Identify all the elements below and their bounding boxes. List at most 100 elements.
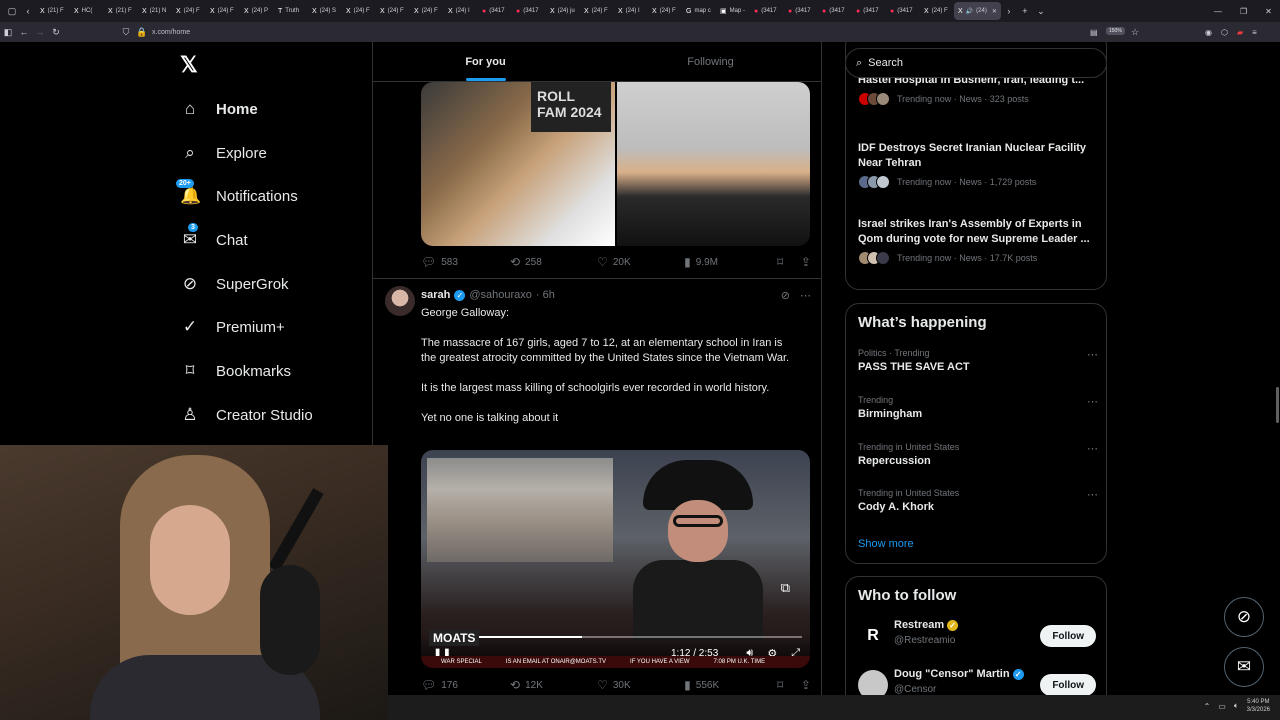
reader-icon[interactable]: ▤ [1090, 22, 1098, 42]
more-icon[interactable]: ⋯ [1087, 395, 1098, 408]
avatar[interactable] [385, 286, 415, 316]
bookmark-button[interactable]: ⌑ [777, 255, 801, 269]
browser-tab[interactable]: X (24) F [376, 2, 410, 20]
trend-item[interactable]: Politics · Trending PASS THE SAVE ACT ⋯ [858, 348, 1098, 373]
browser-tab[interactable]: ▣ Map - [716, 2, 750, 20]
post-image-left[interactable]: ROLL FAM 2024 [421, 82, 615, 246]
browser-tab[interactable]: X (24) I [444, 2, 478, 20]
views-button[interactable]: ▮ 9.9M [684, 255, 777, 269]
repost-button[interactable]: ⟲ 258 [510, 255, 597, 269]
volume-icon[interactable]: 🔈︎ [1234, 701, 1239, 711]
browser-tab[interactable]: X (24) S [308, 2, 342, 20]
browser-tab[interactable]: X (24) I [614, 2, 648, 20]
browser-tab[interactable]: X (24) F [410, 2, 444, 20]
browser-tab[interactable]: ● (3417 [886, 2, 920, 20]
show-more-link[interactable]: Show more [858, 538, 914, 550]
post-image-right[interactable] [616, 82, 810, 246]
picture-in-picture-icon[interactable]: ⧉ [781, 580, 790, 596]
minimize-icon[interactable]: — [1214, 7, 1222, 16]
browser-tab[interactable]: X (21) F [36, 2, 70, 20]
nav-item-chat[interactable]: ✉ 3 Chat [180, 223, 248, 257]
browser-tab[interactable]: Gmap c [682, 2, 716, 20]
new-tab-icon[interactable]: + [1017, 2, 1033, 20]
forward-icon[interactable]: → [32, 22, 48, 42]
speaker-icon[interactable]: 🔊 [966, 8, 973, 15]
more-icon[interactable]: ⋯ [1087, 488, 1098, 501]
news-item[interactable]: IDF Destroys Secret Iranian Nuclear Faci… [858, 141, 1098, 189]
follow-button[interactable]: Follow [1040, 674, 1096, 696]
repost-button[interactable]: ⟲ 12K [510, 678, 597, 692]
video-progress-bar[interactable] [429, 636, 802, 638]
browser-tab[interactable]: ● (3417 [784, 2, 818, 20]
menu-icon[interactable]: ≡ [1252, 28, 1257, 37]
tab-for-you[interactable]: For you [373, 42, 598, 81]
grok-fab-icon[interactable]: ⊘ [1224, 597, 1264, 637]
browser-tab[interactable]: X (24) F [920, 2, 954, 20]
grok-icon[interactable]: ⊘ [781, 289, 790, 302]
bookmark-button[interactable]: ⌑ [777, 678, 801, 692]
browser-tab[interactable]: ● (3417 [478, 2, 512, 20]
video-player[interactable]: ⧉ MOATS ❚❚ 1:12 / 2:53 🔊︎ ⚙ ⤢ WAR SPECIA… [421, 450, 810, 668]
account-icon[interactable]: ◉ [1205, 28, 1212, 37]
avatar[interactable]: R [858, 621, 888, 651]
chevron-up-icon[interactable]: ⌃ [1204, 702, 1211, 711]
more-icon[interactable]: ⋯ [1087, 442, 1098, 455]
views-button[interactable]: ▮ 556K [684, 678, 777, 692]
url-field[interactable]: x.com/home [152, 29, 190, 36]
browser-tab[interactable]: ● (3417 [750, 2, 784, 20]
follow-button[interactable]: Follow [1040, 625, 1096, 647]
browser-tab[interactable]: X (24) F [206, 2, 240, 20]
news-item[interactable]: Israel strikes Iran's Assembly of Expert… [858, 217, 1098, 265]
browser-tab[interactable]: X (24) F [342, 2, 376, 20]
author-handle[interactable]: @sahouraxo [469, 289, 532, 301]
shield-icon[interactable]: ⛉ [118, 22, 134, 42]
account-name[interactable]: Doug "Censor" Martin [894, 668, 1010, 680]
like-button[interactable]: ♡ 20K [597, 255, 684, 269]
back-icon[interactable]: ← [16, 22, 32, 42]
browser-tab[interactable]: X (24) P [240, 2, 274, 20]
extension-icon[interactable]: ⬡ [1221, 28, 1228, 37]
browser-tab[interactable]: X (24) F [580, 2, 614, 20]
browser-tab[interactable]: ● (3417 [512, 2, 546, 20]
tab-overflow-icon[interactable]: ⌄ [1033, 2, 1049, 20]
more-icon[interactable]: ⋯ [1087, 348, 1098, 361]
browser-tab[interactable]: T Truth [274, 2, 308, 20]
nav-item-home[interactable]: ⌂ Home [180, 92, 258, 126]
share-button[interactable]: ⇪ [801, 678, 811, 692]
bookmark-star-icon[interactable]: ☆ [1131, 22, 1139, 42]
browser-tab[interactable]: ● (3417 [818, 2, 852, 20]
browser-tab[interactable]: X (24) F [648, 2, 682, 20]
author-name[interactable]: sarah [421, 289, 450, 301]
nav-item-supergrok[interactable]: ⊘ SuperGrok [180, 267, 289, 301]
browser-tab[interactable]: X (21) F [104, 2, 138, 20]
clock[interactable]: 5:40 PM 3/3/2026 [1247, 698, 1270, 714]
nav-item-bookmarks[interactable]: ⌑ Bookmarks [180, 354, 291, 388]
zoom-level[interactable]: 150% [1106, 27, 1125, 35]
close-tab-icon[interactable]: ✕ [992, 8, 997, 15]
scroll-tabs-left-icon[interactable]: ‹ [20, 2, 36, 20]
trend-item[interactable]: Trending Birmingham ⋯ [858, 395, 1098, 420]
tab-list-icon[interactable]: ▢ [4, 2, 20, 20]
share-button[interactable]: ⇪ [801, 255, 811, 269]
extension-red-icon[interactable]: ▰ [1237, 28, 1243, 37]
browser-tab[interactable]: ● (3417 [852, 2, 886, 20]
maximize-icon[interactable]: ❐ [1240, 7, 1247, 16]
x-logo-icon[interactable]: 𝕏 [180, 52, 198, 78]
post-image-grid[interactable]: ROLL FAM 2024 [421, 82, 810, 246]
lock-icon[interactable]: 🔒 [134, 22, 150, 42]
messages-fab-icon[interactable]: ✉ [1224, 647, 1264, 687]
scrollbar[interactable] [1276, 387, 1279, 423]
browser-tab[interactable]: X HC( [70, 2, 104, 20]
account-name[interactable]: Restream [894, 619, 944, 631]
nav-item-premium[interactable]: ✓ Premium+ [180, 310, 285, 344]
reload-icon[interactable]: ↻ [48, 22, 64, 42]
sidebar-toggle-icon[interactable]: ◧ [0, 22, 16, 42]
close-window-icon[interactable]: ✕ [1265, 7, 1272, 16]
trend-item[interactable]: Trending in United States Repercussion ⋯ [858, 442, 1098, 467]
browser-tab[interactable]: X (24) F [172, 2, 206, 20]
follow-suggestion[interactable]: R Restream ✓ @Restreamio Follow [858, 617, 1096, 657]
nav-item-notifications[interactable]: 🔔 20+ Notifications [176, 179, 298, 213]
trend-item[interactable]: Trending in United States Cody A. Khork … [858, 488, 1098, 513]
like-button[interactable]: ♡ 30K [597, 678, 684, 692]
reply-button[interactable]: 💬︎ 176 [421, 678, 510, 692]
